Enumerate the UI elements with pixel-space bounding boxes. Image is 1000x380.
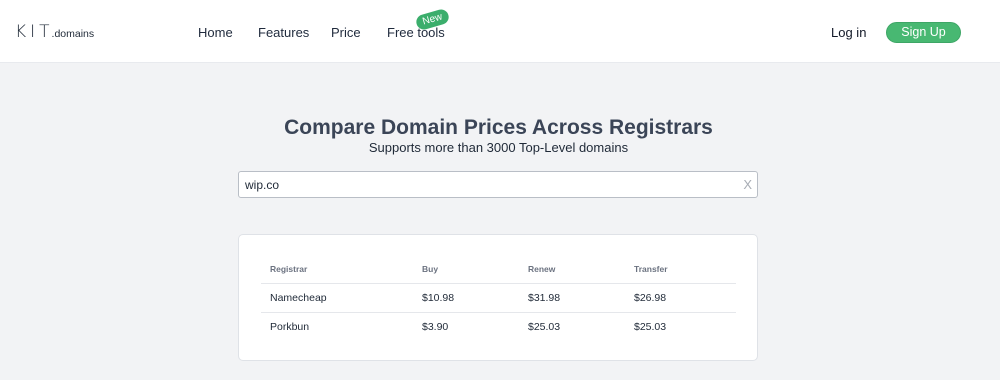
page-title: Compare Domain Prices Across Registrars <box>284 116 713 139</box>
column-header-transfer: Transfer <box>625 256 736 284</box>
transfer-price-cell: $25.03 <box>634 320 667 333</box>
domain-search-input[interactable] <box>245 176 735 194</box>
page-subtitle: Supports more than 3000 Top-Level domain… <box>368 140 629 155</box>
price-comparison-card: Registrar Buy Renew Transfer Namecheap $… <box>238 234 758 361</box>
signup-button[interactable]: Sign Up <box>886 22 961 43</box>
nav-price-link[interactable]: Price <box>331 25 361 40</box>
column-header-registrar: Registrar <box>261 256 413 284</box>
nav-home-link[interactable]: Home <box>198 25 233 40</box>
kit-domains-logo[interactable]: KIT .domains <box>15 22 94 42</box>
transfer-price-cell: $26.98 <box>625 283 736 313</box>
registrar-cell: Namecheap <box>261 283 413 313</box>
logo-wordmark: KIT <box>15 22 54 42</box>
nav-free-tools-link[interactable]: Free tools <box>387 25 445 40</box>
login-link[interactable]: Log in <box>831 25 866 40</box>
table-row: Namecheap $10.98 $31.98 $26.98 <box>261 283 736 313</box>
column-header-renew: Renew <box>519 256 625 284</box>
renew-price-cell: $31.98 <box>519 283 625 313</box>
nav-features-link[interactable]: Features <box>258 25 309 40</box>
top-nav-bar: KIT .domains Home Features Price Free to… <box>0 0 1000 63</box>
buy-price-cell: $10.98 <box>413 283 519 313</box>
domain-search-box: X <box>238 171 758 198</box>
price-table: Registrar Buy Renew Transfer Namecheap $… <box>261 256 736 341</box>
clear-search-icon[interactable]: X <box>743 177 752 193</box>
buy-price-cell: $3.90 <box>422 320 449 333</box>
renew-price-cell: $25.03 <box>528 320 561 333</box>
table-row: Porkbun $3.90 $25.03 $25.03 <box>261 312 736 341</box>
table-header-row: Registrar Buy Renew Transfer <box>261 256 736 284</box>
registrar-cell: Porkbun <box>270 320 310 333</box>
column-header-buy: Buy <box>413 256 519 284</box>
logo-suffix: .domains <box>51 28 95 40</box>
